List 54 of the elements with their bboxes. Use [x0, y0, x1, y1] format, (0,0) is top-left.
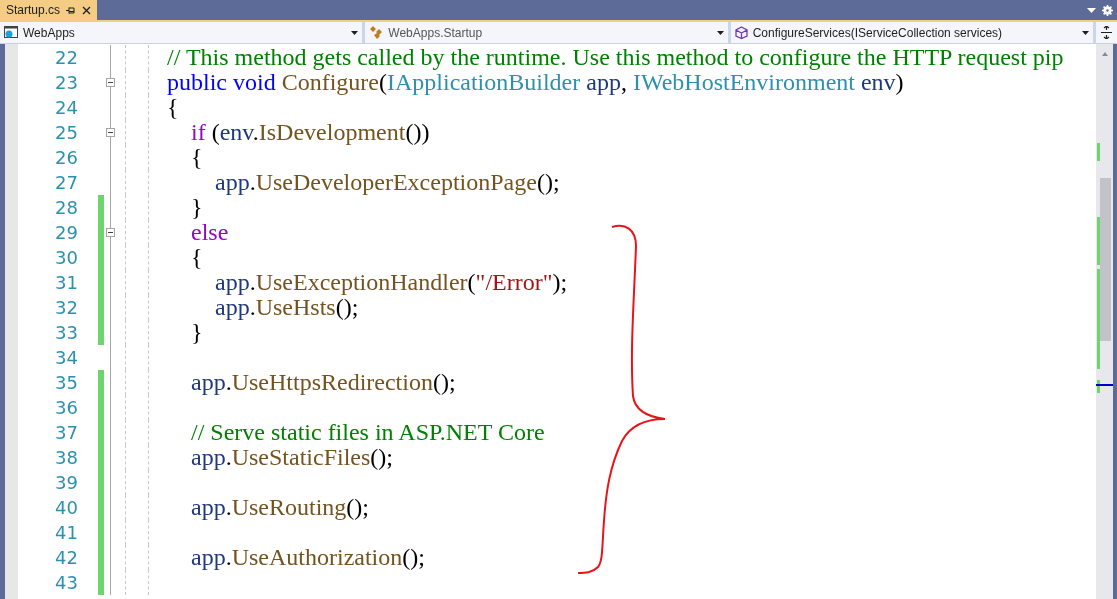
code-line: app.UseHsts();	[214, 294, 359, 321]
line-number: 30	[54, 247, 78, 268]
line-number: 43	[54, 572, 78, 593]
line-number: 27	[54, 172, 78, 193]
collapse-icon[interactable]	[106, 128, 115, 137]
caret-icon	[716, 30, 724, 35]
line-number: 34	[54, 347, 78, 368]
code-line: {	[166, 94, 179, 121]
split-icon	[1101, 26, 1112, 39]
line-number: 23	[54, 72, 78, 93]
code-line: app.UseStaticFiles();	[190, 444, 393, 471]
line-number: 28	[54, 197, 78, 218]
code-line: // Serve static files in ASP.NET Core	[190, 419, 545, 446]
line-number: 39	[54, 472, 78, 493]
code-line: }	[190, 194, 203, 221]
code-line: if (env.IsDevelopment())	[190, 119, 430, 146]
line-number: 29	[54, 222, 78, 243]
close-icon	[82, 5, 92, 15]
line-number: 26	[54, 147, 78, 168]
file-tab[interactable]: Startup.cs	[0, 0, 98, 20]
line-number: 25	[54, 122, 78, 143]
line-number: 40	[54, 497, 78, 518]
settings-icon[interactable]	[1102, 4, 1113, 16]
line-number: 24	[54, 97, 78, 118]
code-line: app.UseRouting();	[190, 494, 369, 521]
code-line: {	[190, 244, 203, 271]
collapse-icon[interactable]	[106, 78, 115, 87]
dropdown-icon[interactable]	[1087, 7, 1096, 13]
code-line: app.UseAuthorization();	[190, 544, 425, 571]
line-number: 36	[54, 397, 78, 418]
line-number: 37	[54, 422, 78, 443]
code-line: {	[190, 144, 203, 171]
line-number: 35	[54, 372, 78, 393]
line-number: 41	[54, 522, 78, 543]
code-line: public void Configure(IApplicationBuilder app, IWebHostEnvironment env)	[166, 69, 904, 96]
line-number: 42	[54, 547, 78, 568]
caret-icon	[1082, 30, 1089, 35]
code-line: // This method gets called by the runtime. Use this method to configure the HTTP request pip	[166, 44, 1064, 71]
cube-icon	[734, 26, 748, 39]
line-number: 32	[54, 297, 78, 318]
collapse-icon[interactable]	[106, 228, 115, 237]
line-number: 31	[54, 272, 78, 293]
web-project-icon	[4, 26, 18, 39]
class-icon	[369, 26, 384, 39]
code-line: app.UseDeveloperExceptionPage();	[214, 169, 560, 196]
code-line: app.UseHttpsRedirection();	[190, 369, 456, 396]
line-number: 33	[54, 322, 78, 343]
pin-icon	[66, 5, 77, 15]
code-line: else	[190, 219, 229, 246]
code-line: }	[190, 319, 203, 346]
line-number: 38	[54, 447, 78, 468]
code-line: app.UseExceptionHandler("/Error");	[214, 269, 568, 296]
line-number: 22	[54, 47, 78, 68]
caret-icon	[351, 30, 359, 35]
